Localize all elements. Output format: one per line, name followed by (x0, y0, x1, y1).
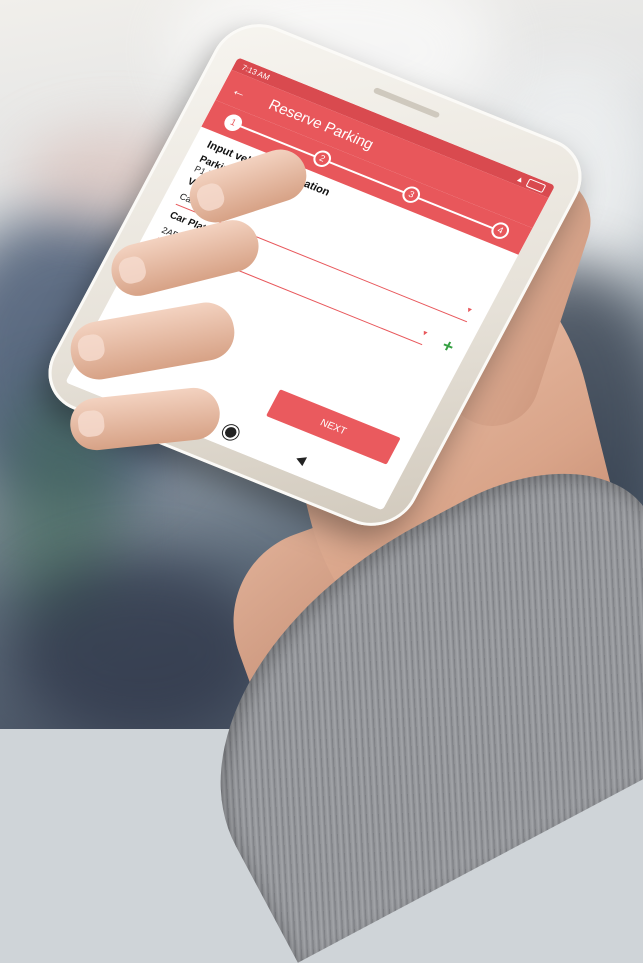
signal-icon: ▲ (514, 173, 527, 185)
nav-back-icon[interactable] (293, 453, 307, 467)
home-icon[interactable] (223, 425, 239, 439)
step-1[interactable]: 1 (221, 112, 246, 134)
add-plate-icon[interactable]: + (439, 335, 458, 357)
earpiece (372, 86, 441, 119)
step-3[interactable]: 3 (399, 183, 424, 206)
back-arrow-icon[interactable]: ← (229, 81, 261, 106)
step-4[interactable]: 4 (488, 219, 513, 242)
dropdown-caret-icon: ▼ (464, 306, 474, 316)
dropdown-caret-icon: ▼ (419, 329, 430, 339)
step-2[interactable]: 2 (310, 147, 335, 170)
